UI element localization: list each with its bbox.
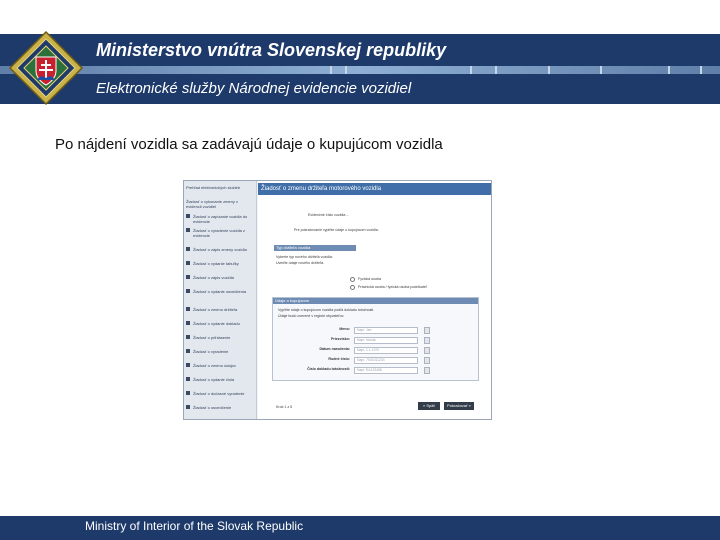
info-line: Pre pokračovanie vyplňte údaje o kupujúc… xyxy=(294,228,379,232)
field-help-icon[interactable] xyxy=(424,367,430,374)
panel-holder-type-title: Typ držiteľa vozidla xyxy=(274,245,356,251)
radio-label: Právnická osoba / fyzická osoba podnikat… xyxy=(358,285,427,289)
bullet-icon xyxy=(186,214,190,218)
bullet-icon xyxy=(186,289,190,293)
continue-button[interactable]: Pokračovať » xyxy=(444,402,474,410)
step-indicator: Krok 1 z 5 xyxy=(276,405,293,409)
field-label: Priezvisko: xyxy=(331,337,350,341)
id-document-field[interactable]: Napr. EA123456 xyxy=(354,367,418,374)
panel-buyer-title: Údaje o kupujúcom xyxy=(273,298,478,304)
radio-label: Fyzická osoba xyxy=(358,277,381,281)
screenshot-main: Žiadosť o zmenu držiteľa motorového vozi… xyxy=(258,181,491,419)
panel-text: Uveďte údaje nového držiteľa. xyxy=(276,261,325,265)
birth-date-field[interactable]: Napr. 1.1.1970 xyxy=(354,347,418,354)
panel-text: Vyberte typ nového držiteľa vozidla. xyxy=(276,255,333,259)
field-help-icon[interactable] xyxy=(424,347,430,354)
header-subtitle: Elektronické služby Národnej evidencie v… xyxy=(96,80,412,97)
last-name-field[interactable]: Napr. Novák xyxy=(354,337,418,344)
radio-legal-person[interactable] xyxy=(350,285,355,290)
header-divider xyxy=(0,66,720,74)
bullet-icon xyxy=(186,228,190,232)
bullet-icon xyxy=(186,363,190,367)
bullet-icon xyxy=(186,307,190,311)
header-title: Ministerstvo vnútra Slovenskej republiky xyxy=(96,40,447,60)
field-label: Rodné číslo: xyxy=(328,357,350,361)
bullet-icon xyxy=(186,405,190,409)
bullet-icon xyxy=(186,275,190,279)
screenshot-sidebar: Prehľad elektronických služieb Žiadosť o… xyxy=(184,181,257,419)
bullet-icon xyxy=(186,321,190,325)
field-label: Dátum narodenia: xyxy=(319,347,350,351)
field-help-icon[interactable] xyxy=(424,327,430,334)
embedded-screenshot: Prehľad elektronických služieb Žiadosť o… xyxy=(183,180,492,420)
bullet-icon xyxy=(186,247,190,251)
first-name-field[interactable]: Napr. Ján xyxy=(354,327,418,334)
bullet-icon xyxy=(186,335,190,339)
bullet-icon xyxy=(186,261,190,265)
footer-text: Ministry of Interior of the Slovak Repub… xyxy=(85,519,304,533)
ministry-emblem-icon xyxy=(8,30,84,106)
panel-text: Údaje budú overené v registri obyvateľov… xyxy=(278,314,345,318)
back-button[interactable]: « Späť xyxy=(418,402,440,410)
bullet-icon xyxy=(186,349,190,353)
panel-text: Vyplňte údaje o kupujúcom vozidla podľa … xyxy=(278,308,375,312)
birth-number-field[interactable]: Napr. 7001011234 xyxy=(354,357,418,364)
field-label: Číslo dokladu totožnosti: xyxy=(307,367,350,371)
vehicle-line: Evidenčné číslo vozidla ... xyxy=(308,213,350,217)
radio-natural-person[interactable] xyxy=(350,277,355,282)
bullet-icon xyxy=(186,377,190,381)
screenshot-window-title: Žiadosť o zmenu držiteľa motorového vozi… xyxy=(258,183,491,195)
field-help-icon[interactable] xyxy=(424,337,430,344)
field-help-icon[interactable] xyxy=(424,357,430,364)
field-label: Meno: xyxy=(339,327,350,331)
slide-caption: Po nájdení vozidla sa zadávajú údaje o k… xyxy=(55,136,443,153)
bullet-icon xyxy=(186,391,190,395)
